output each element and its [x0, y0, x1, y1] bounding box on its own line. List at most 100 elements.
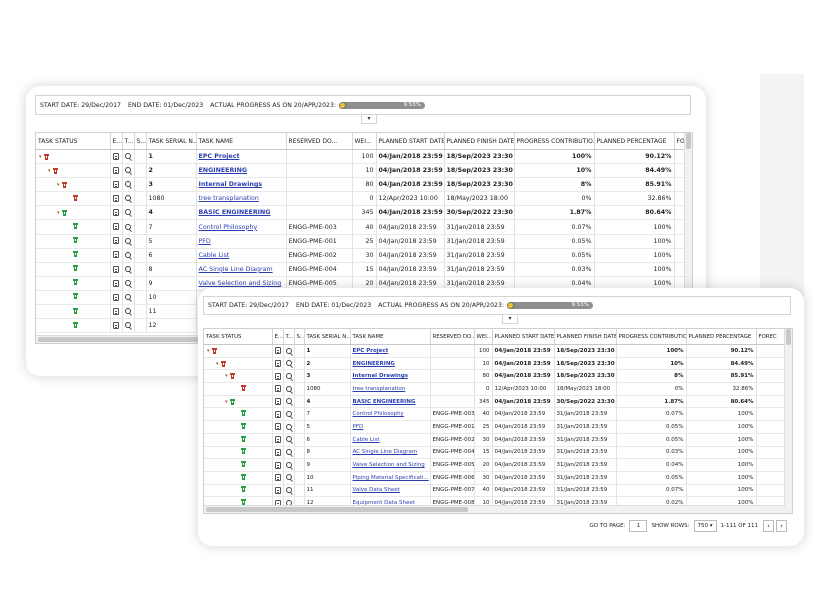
expand-toggle-icon[interactable]: ▾	[225, 399, 228, 405]
column-header[interactable]: TASK SERIAL N...	[304, 329, 351, 345]
task-name-link[interactable]: Valve Selection and Sizing	[353, 462, 425, 468]
column-header[interactable]: TASK STATUS	[204, 329, 273, 345]
task-row[interactable]: 5 PFD ENGG-PME-001 25 04/Jan/2018 23:59 31/Ja…	[204, 420, 786, 434]
document-icon[interactable]	[112, 166, 119, 174]
horizontal-scrollbar[interactable]	[204, 505, 785, 513]
search-icon[interactable]	[124, 265, 131, 272]
document-icon[interactable]	[274, 347, 281, 355]
search-icon[interactable]	[285, 385, 292, 392]
document-icon[interactable]	[274, 385, 281, 393]
document-icon[interactable]	[112, 152, 119, 160]
document-icon[interactable]	[112, 180, 119, 188]
document-icon[interactable]	[112, 209, 119, 217]
task-row[interactable]: 6 Cable List ENGG-PME-002 30 04/Jan/2018 23:…	[36, 248, 686, 263]
search-icon[interactable]	[285, 474, 292, 481]
search-icon[interactable]	[285, 436, 292, 443]
task-name-link[interactable]: Control Philosophy	[353, 411, 404, 417]
task-row[interactable]: ▾ 3 Internal Drawings 80 04/Jan/2018 23:59 18…	[36, 177, 686, 193]
vertical-scrollbar[interactable]	[784, 329, 792, 513]
document-icon[interactable]	[112, 265, 119, 273]
expand-toggle-icon[interactable]: ▾	[207, 348, 210, 354]
column-header[interactable]: PLANNED FINISH DATE	[444, 133, 515, 150]
column-header[interactable]: E...	[272, 329, 284, 345]
task-row[interactable]: ▾ 1 EPC Project 100 04/Jan/2018 23:59 18/Sep/…	[204, 344, 786, 358]
task-name-link[interactable]: ENGINEERING	[199, 167, 248, 174]
document-icon[interactable]	[112, 321, 119, 329]
show-rows-select[interactable]: 750 ▾	[693, 520, 717, 532]
task-name-link[interactable]: Cable List	[199, 252, 230, 259]
document-icon[interactable]	[274, 398, 281, 406]
document-icon[interactable]	[274, 372, 281, 380]
search-icon[interactable]	[285, 372, 292, 379]
task-row[interactable]: ▾ 3 Internal Drawings 80 04/Jan/2018 23:59 18…	[204, 369, 786, 384]
previous-page-button[interactable]: ‹	[763, 520, 774, 532]
task-row[interactable]: 1080 tree transplanation 0 12/Apr/2023 10:0…	[36, 191, 686, 207]
search-icon[interactable]	[285, 398, 292, 405]
search-icon[interactable]	[124, 167, 131, 174]
task-row[interactable]: 10 Piping Material Specificati... ENGG-PME…	[204, 471, 786, 485]
task-name-link[interactable]: AC Single Line Diagram	[199, 266, 273, 273]
task-name-link[interactable]: PFD	[199, 238, 211, 245]
collapse-header-button[interactable]: ▾	[502, 315, 518, 324]
task-name-link[interactable]: BASIC ENGINEERING	[353, 399, 416, 405]
document-icon[interactable]	[112, 223, 119, 231]
search-icon[interactable]	[124, 251, 131, 258]
task-name-link[interactable]: Cable List	[353, 437, 380, 443]
document-icon[interactable]	[112, 195, 119, 203]
search-icon[interactable]	[124, 223, 131, 230]
task-row[interactable]: 5 PFD ENGG-PME-001 25 04/Jan/2018 23:59 31/Ja…	[36, 234, 686, 249]
column-header[interactable]: WEI...	[474, 329, 493, 345]
column-header[interactable]: E...	[110, 133, 123, 150]
search-icon[interactable]	[124, 279, 131, 286]
expand-toggle-icon[interactable]: ▾	[57, 182, 60, 188]
document-icon[interactable]	[112, 307, 119, 315]
task-name-link[interactable]: Valve Data Sheet	[353, 487, 400, 493]
collapse-header-button[interactable]: ▾	[361, 115, 377, 124]
horizontal-scroll-thumb[interactable]	[206, 507, 468, 512]
search-icon[interactable]	[124, 237, 131, 244]
column-header[interactable]: PLANNED START DATE	[376, 133, 445, 150]
next-page-button[interactable]: ›	[776, 520, 787, 532]
search-icon[interactable]	[285, 360, 292, 367]
task-row[interactable]: 9 Valve Selection and Sizing ENGG-PME-005 2…	[204, 458, 786, 472]
search-icon[interactable]	[285, 423, 292, 430]
task-name-link[interactable]: BASIC ENGINEERING	[199, 209, 271, 216]
column-header[interactable]: PLANNED PERCENTAGE	[686, 329, 757, 345]
document-icon[interactable]	[112, 251, 119, 259]
task-name-link[interactable]: Piping Material Specificati...	[353, 475, 429, 481]
task-name-link[interactable]: Internal Drawings	[353, 373, 409, 379]
search-icon[interactable]	[285, 449, 292, 456]
go-to-page-input[interactable]: 1	[629, 520, 648, 532]
column-header[interactable]: PLANNED PERCENTAGE	[594, 133, 675, 150]
document-icon[interactable]	[112, 279, 119, 287]
task-row[interactable]: ▾ 4 BASIC ENGINEERING 345 04/Jan/2018 23:59 3…	[204, 395, 786, 409]
document-icon[interactable]	[274, 360, 281, 368]
document-icon[interactable]	[274, 486, 281, 494]
search-icon[interactable]	[285, 487, 292, 494]
column-header[interactable]: PROGRESS CONTRIBUTIO...	[616, 329, 687, 345]
search-icon[interactable]	[124, 322, 131, 329]
column-header[interactable]: TASK STATUS	[36, 133, 111, 150]
task-name-link[interactable]: AC Single Line Diagram	[353, 449, 418, 455]
task-row[interactable]: 7 Control Philosophy ENGG-PME-003 40 04/Jan/…	[204, 407, 786, 422]
column-header[interactable]: TASK SERIAL N...	[146, 133, 197, 150]
column-header[interactable]: S...	[134, 133, 147, 150]
document-icon[interactable]	[274, 410, 281, 418]
search-icon[interactable]	[285, 411, 292, 418]
document-icon[interactable]	[112, 293, 119, 301]
expand-toggle-icon[interactable]: ▾	[39, 154, 42, 160]
column-header[interactable]: PLANNED FINISH DATE	[554, 329, 617, 345]
task-name-link[interactable]: tree transplanation	[199, 195, 259, 202]
task-row[interactable]: 1080 tree transplanation 0 12/Apr/2023 10:0…	[204, 382, 786, 396]
task-row[interactable]: ▾ 2 ENGINEERING 10 04/Jan/2018 23:59 18/Sep/2…	[204, 357, 786, 371]
task-name-link[interactable]: ENGINEERING	[353, 361, 395, 367]
column-header[interactable]: TASK NAME	[350, 329, 431, 345]
task-row[interactable]: 8 AC Single Line Diagram ENGG-PME-004 15 04/…	[36, 262, 686, 277]
task-name-link[interactable]: PFD	[353, 424, 364, 430]
column-header[interactable]: RESERVED DO...	[286, 133, 353, 150]
column-header[interactable]: WEI...	[352, 133, 377, 150]
vertical-scroll-thumb[interactable]	[786, 329, 791, 345]
task-row[interactable]: ▾ 1 EPC Project 100 04/Jan/2018 23:59 18/Sep/…	[36, 149, 686, 165]
document-icon[interactable]	[274, 461, 281, 469]
column-header[interactable]: FOREC	[756, 329, 786, 345]
